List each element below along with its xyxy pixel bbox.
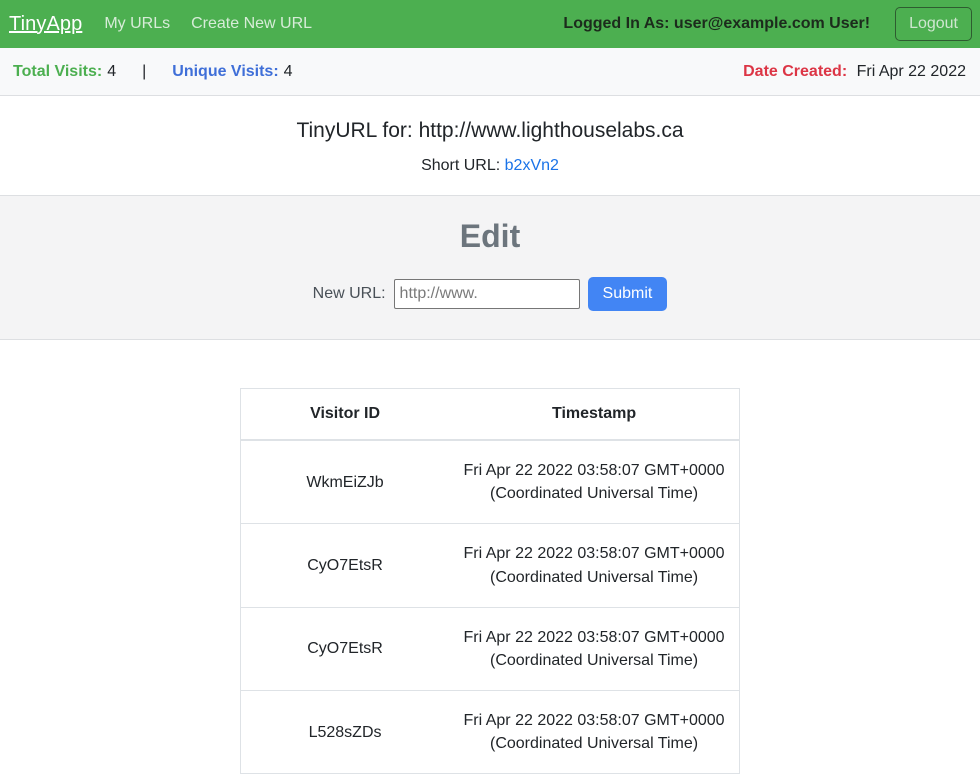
- nav-links: My URLs Create New URL: [104, 15, 312, 33]
- cell-timestamp: Fri Apr 22 2022 03:58:07 GMT+0000 (Coord…: [449, 606, 740, 691]
- cell-timestamp: Fri Apr 22 2022 03:58:07 GMT+0000 (Coord…: [449, 690, 740, 774]
- total-visits-group: Total Visits: 4: [13, 63, 116, 81]
- table-row: CyO7EtsR Fri Apr 22 2022 03:58:07 GMT+000…: [240, 523, 740, 608]
- cell-visitor-id: CyO7EtsR: [240, 606, 450, 691]
- edit-heading: Edit: [459, 218, 521, 255]
- short-url-link[interactable]: b2xVn2: [505, 157, 559, 174]
- navbar: TinyApp My URLs Create New URL Logged In…: [0, 0, 980, 48]
- table-row: L528sZDs Fri Apr 22 2022 03:58:07 GMT+000…: [240, 690, 740, 774]
- unique-visits-value: 4: [283, 62, 293, 80]
- column-header-visitor-id: Visitor ID: [240, 388, 450, 441]
- nav-link-my-urls[interactable]: My URLs: [104, 15, 170, 33]
- cell-visitor-id: WkmEiZJb: [240, 439, 450, 524]
- date-created-group: Date Created: Fri Apr 22 2022: [743, 63, 966, 81]
- new-url-label: New URL:: [312, 284, 386, 302]
- visits-table-body: WkmEiZJb Fri Apr 22 2022 03:58:07 GMT+000…: [240, 439, 740, 774]
- brand-logo[interactable]: TinyApp: [9, 13, 82, 36]
- page-title: TinyURL for: http://www.lighthouselabs.c…: [296, 119, 684, 142]
- visits-table-container: Visitor ID Timestamp WkmEiZJb Fri Apr 22 …: [0, 340, 980, 774]
- table-row: WkmEiZJb Fri Apr 22 2022 03:58:07 GMT+000…: [240, 439, 740, 524]
- edit-section: Edit New URL: Submit: [0, 195, 980, 340]
- column-header-timestamp: Timestamp: [449, 388, 740, 441]
- table-header-row: Visitor ID Timestamp: [240, 388, 740, 441]
- nav-link-create-new-url[interactable]: Create New URL: [191, 15, 312, 33]
- cell-timestamp: Fri Apr 22 2022 03:58:07 GMT+0000 (Coord…: [449, 523, 740, 608]
- visits-table-head: Visitor ID Timestamp: [240, 388, 740, 441]
- cell-visitor-id: L528sZDs: [240, 690, 450, 774]
- url-header-section: TinyURL for: http://www.lighthouselabs.c…: [0, 96, 980, 196]
- date-created-value: Fri Apr 22 2022: [856, 62, 966, 80]
- cell-visitor-id: CyO7EtsR: [240, 523, 450, 608]
- visits-table: Visitor ID Timestamp WkmEiZJb Fri Apr 22 …: [240, 387, 740, 774]
- cell-timestamp: Fri Apr 22 2022 03:58:07 GMT+0000 (Coord…: [449, 439, 740, 524]
- edit-url-form: New URL: Submit: [0, 276, 980, 311]
- unique-visits-label: Unique Visits:: [172, 62, 279, 80]
- date-created-label: Date Created:: [743, 62, 848, 80]
- stats-separator: |: [142, 62, 147, 80]
- table-row: CyO7EtsR Fri Apr 22 2022 03:58:07 GMT+000…: [240, 606, 740, 691]
- new-url-input[interactable]: [393, 278, 580, 309]
- short-url-label: Short URL:: [421, 157, 501, 175]
- navbar-right-group: Logged In As: user@example.com User! Log…: [563, 7, 972, 41]
- stats-bar: Total Visits: 4 | Unique Visits: 4 Date …: [0, 48, 980, 96]
- submit-button[interactable]: Submit: [587, 276, 668, 311]
- total-visits-value: 4: [107, 62, 117, 80]
- unique-visits-group: Unique Visits: 4: [172, 63, 292, 81]
- logged-in-status: Logged In As: user@example.com User!: [563, 15, 871, 32]
- total-visits-label: Total Visits:: [13, 62, 103, 80]
- short-url-line: Short URL: b2xVn2: [0, 157, 980, 175]
- logout-button[interactable]: Logout: [895, 7, 972, 41]
